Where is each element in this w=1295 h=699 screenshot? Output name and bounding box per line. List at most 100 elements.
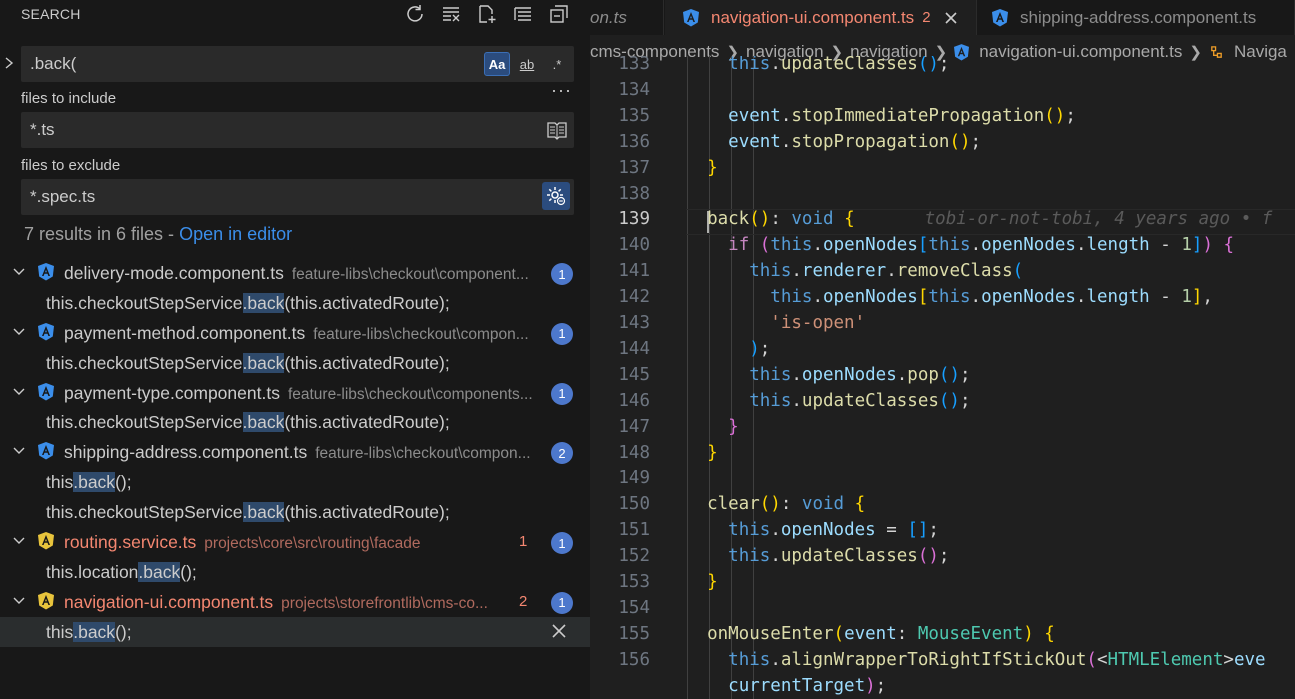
line-number: 141 <box>618 261 650 282</box>
result-match-row[interactable]: this.back(); <box>0 467 590 497</box>
result-file-row[interactable]: payment-type.component.ts feature-libs\ch… <box>0 378 590 408</box>
match-whole-word-toggle[interactable]: ab <box>514 52 540 76</box>
search-input-value: .back( <box>30 54 77 73</box>
toggle-replace-chevron-icon[interactable] <box>2 54 16 72</box>
match-count-badge: 2 <box>551 442 573 465</box>
search-input[interactable]: .back( Aa ab .* <box>21 46 574 82</box>
tab-partial[interactable]: on.ts <box>590 0 664 35</box>
chevron-down-icon[interactable] <box>12 385 26 399</box>
sidebar-actions <box>402 3 572 25</box>
new-search-editor-icon[interactable] <box>474 3 500 25</box>
match-highlight: .back <box>73 472 116 493</box>
line-number: 153 <box>618 572 650 592</box>
result-file-row[interactable]: navigation-ui.component.ts projects\store… <box>0 587 590 617</box>
result-file-row[interactable]: delivery-mode.component.ts feature-libs\c… <box>0 258 590 288</box>
match-prefix: this <box>46 621 74 642</box>
line-number: 142 <box>618 287 650 308</box>
code-line[interactable]: 134 <box>590 80 1295 106</box>
code-line[interactable]: 135 event.stopImmediatePropagation(); <box>590 106 1295 132</box>
code-line[interactable]: 142 this.openNodes[this.openNodes.length… <box>590 287 1295 313</box>
file-error-count: 2 <box>519 592 528 610</box>
clear-results-icon[interactable] <box>438 3 464 25</box>
code-line[interactable]: 143 'is-open' <box>590 313 1295 339</box>
code-line[interactable]: 147 } <box>590 417 1295 443</box>
match-count-badge: 1 <box>551 382 573 405</box>
open-in-editor-link[interactable]: Open in editor <box>179 224 292 244</box>
chevron-down-icon[interactable] <box>12 325 26 339</box>
match-prefix: this.location <box>46 561 139 582</box>
editor-tabbar: on.ts navigation-ui.component.ts 2 shipp… <box>590 0 1295 35</box>
collapse-all-icon[interactable] <box>510 3 536 25</box>
code-line[interactable]: 154 <box>590 598 1295 624</box>
match-highlight: .back <box>73 621 116 642</box>
code-line[interactable]: 144 ); <box>590 339 1295 365</box>
code-line[interactable]: 151 this.openNodes = []; <box>590 520 1295 546</box>
code-line[interactable]: 133 this.updateClasses(); <box>590 56 1295 80</box>
refresh-icon[interactable] <box>402 3 428 25</box>
code-line[interactable]: 136 event.stopPropagation(); <box>590 132 1295 158</box>
tab-navigation-ui-component[interactable]: navigation-ui.component.ts 2 <box>665 0 977 35</box>
code-line[interactable]: 138 <box>590 184 1295 210</box>
match-case-toggle[interactable]: Aa <box>484 52 510 76</box>
toggle-search-details-icon[interactable]: ··· <box>551 80 572 101</box>
tab-shipping-address-component[interactable]: shipping-address.component.ts <box>978 0 1295 35</box>
files-to-include-input[interactable]: *.ts <box>21 112 574 148</box>
code-editor[interactable]: 133 this.updateClasses(); 134 135 event.st… <box>590 56 1295 699</box>
match-text: this.checkoutStepService.back(this.activ… <box>46 412 450 433</box>
file-name: shipping-address.component.ts <box>64 442 308 463</box>
tab-label: shipping-address.component.ts <box>1020 7 1257 27</box>
line-code: this.openNodes[this.openNodes.length - 1… <box>770 287 1213 308</box>
line-number: 156 <box>618 649 650 670</box>
tab-label: on.ts <box>590 7 627 27</box>
result-file-row[interactable]: payment-method.component.ts feature-libs\… <box>0 318 590 348</box>
code-line[interactable]: 152 this.updateClasses(); <box>590 546 1295 572</box>
result-file-name: navigation-ui.component.ts projects\store… <box>64 592 488 613</box>
chevron-down-icon[interactable] <box>12 534 26 548</box>
code-line[interactable]: 148 } <box>590 443 1295 469</box>
code-line[interactable]: currentTarget); <box>590 676 1295 699</box>
chevron-down-icon[interactable] <box>12 265 26 279</box>
regex-toggle[interactable]: .* <box>544 52 570 76</box>
match-suffix: (); <box>115 621 132 642</box>
result-match-row[interactable]: this.back(); <box>0 616 590 647</box>
match-text: this.checkoutStepService.back(this.activ… <box>46 292 450 314</box>
chevron-down-icon[interactable] <box>12 594 26 608</box>
result-match-row[interactable]: this.checkoutStepService.back(this.activ… <box>0 348 590 378</box>
result-file-row[interactable]: routing.service.ts projects\core\src\rout… <box>0 527 590 557</box>
code-line[interactable]: 140 if (this.openNodes[this.openNodes.le… <box>590 235 1295 261</box>
code-line[interactable]: 141 this.renderer.removeClass( <box>590 261 1295 287</box>
code-line[interactable]: 155 onMouseEnter(event: MouseEvent) { <box>590 624 1295 650</box>
search-open-editors-icon[interactable] <box>546 119 568 141</box>
match-text: this.back(); <box>46 472 132 493</box>
editor-area: on.ts navigation-ui.component.ts 2 shipp… <box>590 0 1295 699</box>
chevron-down-icon[interactable] <box>12 444 26 458</box>
match-highlight: .back <box>242 352 285 373</box>
result-match-row[interactable]: this.checkoutStepService.back(this.activ… <box>0 497 590 527</box>
code-line[interactable]: 153 } <box>590 572 1295 598</box>
result-match-row[interactable]: this.checkoutStepService.back(this.activ… <box>0 407 590 437</box>
result-match-row[interactable]: this.location.back(); <box>0 557 590 587</box>
code-line[interactable]: 145 this.openNodes.pop(); <box>590 365 1295 391</box>
code-line[interactable]: 146 this.updateClasses(); <box>590 391 1295 417</box>
use-exclude-settings-icon[interactable] <box>542 182 570 210</box>
code-line[interactable]: 149 <box>590 468 1295 494</box>
line-number: 144 <box>618 338 650 359</box>
code-line[interactable]: 156 this.alignWrapperToRightIfStickOut(<… <box>590 650 1295 676</box>
line-code: onMouseEnter(event: MouseEvent) { <box>707 623 1055 644</box>
match-count-badge: 1 <box>551 263 573 285</box>
code-line[interactable]: 139 back(): void {tobi-or-not-tobi, 4 ye… <box>590 209 1295 235</box>
code-line[interactable]: 137 } <box>590 158 1295 184</box>
match-prefix: this <box>46 472 74 493</box>
view-as-tree-icon[interactable] <box>546 3 572 25</box>
files-to-exclude-input[interactable]: *.spec.ts <box>21 179 574 215</box>
line-code: this.updateClasses(); <box>749 390 971 411</box>
result-file-row[interactable]: shipping-address.component.ts feature-lib… <box>0 437 590 467</box>
line-code: this.renderer.removeClass( <box>749 261 1024 282</box>
line-number: 138 <box>618 183 650 204</box>
close-tab-icon[interactable] <box>943 10 959 26</box>
result-match-row[interactable]: this.checkoutStepService.back(this.activ… <box>0 288 590 318</box>
code-line[interactable]: 150 clear(): void { <box>590 494 1295 520</box>
dismiss-result-icon[interactable] <box>550 622 568 640</box>
tab-error-count: 2 <box>922 9 931 26</box>
match-suffix: (this.activatedRoute); <box>284 292 450 313</box>
